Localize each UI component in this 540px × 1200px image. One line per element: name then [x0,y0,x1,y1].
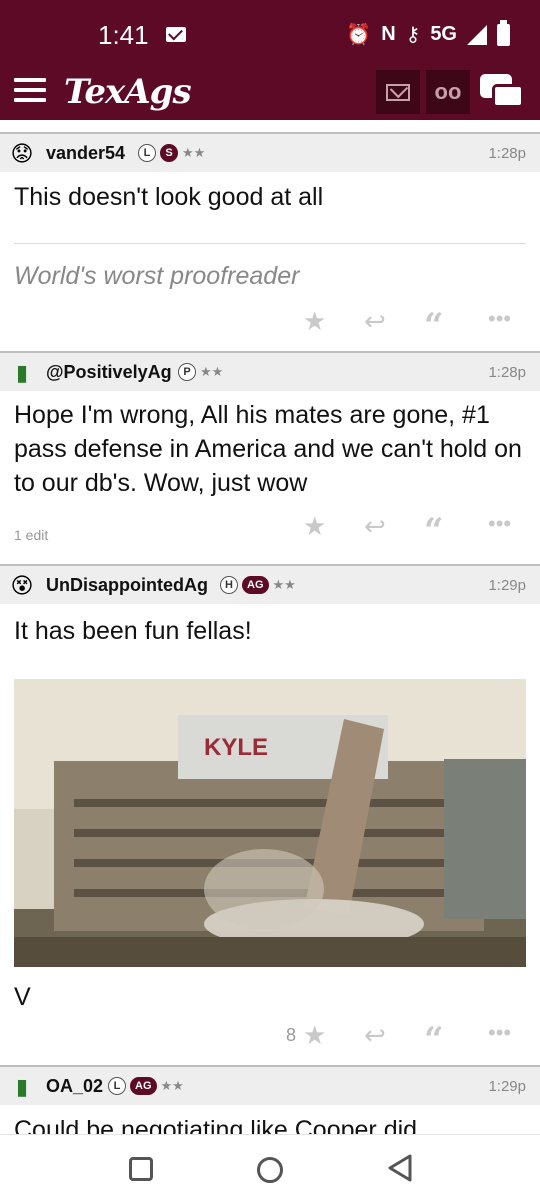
rating-stars: ★★ [200,364,224,379]
more-icon[interactable]: ••• [488,1020,511,1046]
quote-icon[interactable]: “ [424,306,444,346]
reply-icon[interactable]: ↩ [364,306,386,337]
user-badge: S [160,144,178,162]
back-icon[interactable] [388,1154,412,1187]
post-header: ▮ OA_02 L AG ★★ 1:29p [0,1065,540,1105]
quote-icon[interactable]: “ [424,511,444,551]
network-label: 5G [430,23,457,45]
post-time: 1:29p [488,1078,526,1095]
post-signature: World's worst proofreader [14,262,300,290]
post-header: ▮ @PositivelyAg P ★★ 1:28p [0,351,540,391]
post-header: 😟 vander54 L S ★★ 1:28p [0,132,540,172]
chat-icon[interactable] [480,74,524,114]
avatar[interactable]: 😟 [8,140,36,168]
image-sign-text: KYLE [204,734,268,761]
signature-divider [14,243,526,244]
quote-icon[interactable]: “ [424,1020,444,1060]
post-body: It has been fun fellas! [14,617,252,645]
post-header: 😵 UnDisappointedAg H AG ★★ 1:29p [0,564,540,604]
more-icon[interactable]: ••• [488,306,511,332]
post-body-trailing: V [14,983,31,1011]
app-bar: TexAgs oo [0,64,540,120]
battery-icon [497,19,510,46]
avatar[interactable]: 😵 [8,572,36,600]
star-icon[interactable]: ★ [303,511,326,542]
username[interactable]: @PositivelyAg [46,362,172,383]
system-nav-bar [0,1134,540,1200]
rating-stars: ★★ [160,1078,184,1093]
star-count: 8 [286,1025,297,1045]
nfc-icon: N [381,23,396,45]
mail-notification-icon [166,27,186,42]
user-badge: L [108,1077,126,1095]
menu-icon[interactable] [14,78,46,102]
post-actions: ★ ↩ “ ••• [0,306,540,346]
user-badge: P [178,363,196,381]
clock: 1:41 [98,20,149,50]
signal-icon [467,24,487,45]
post-body: Hope I'm wrong, All his mates are gone, … [14,401,522,497]
rating-stars: ★★ [182,145,206,160]
avatar[interactable]: ▮ [8,1073,36,1101]
post-actions: 8 ★ ↩ “ ••• [0,1020,540,1060]
watch-button[interactable]: oo [426,70,470,114]
star-icon[interactable]: ★ [303,306,326,337]
user-badge: AG [130,1077,157,1095]
post-actions: ★ ↩ “ ••• [0,511,540,551]
envelope-icon [386,83,410,101]
post-time: 1:28p [488,364,526,381]
user-badge: L [138,144,156,162]
avatar[interactable]: ▮ [8,359,36,387]
post-time: 1:29p [488,577,526,594]
recent-apps-icon[interactable] [129,1157,153,1181]
messages-button[interactable] [376,70,420,114]
post-time: 1:28p [488,145,526,162]
post-body: This doesn't look good at all [14,183,324,211]
user-badge: H [220,576,238,594]
post-image[interactable]: KYLE [14,679,526,967]
rating-stars: ★★ [272,577,296,592]
reply-icon[interactable]: ↩ [364,511,386,542]
username[interactable]: OA_02 [46,1076,103,1097]
more-icon[interactable]: ••• [488,511,511,537]
user-badge: AG [242,576,269,594]
binoculars-icon: oo [434,79,462,104]
username[interactable]: UnDisappointedAg [46,575,208,596]
username[interactable]: vander54 [46,143,125,164]
status-bar: 1:41 ⏰ N ⚷ 5G [0,0,540,64]
reply-icon[interactable]: ↩ [364,1020,386,1051]
home-icon[interactable] [257,1157,283,1183]
app-logo[interactable]: TexAgs [64,72,192,112]
star-icon[interactable]: ★ [303,1020,326,1051]
alarm-icon: ⏰ [346,24,372,46]
key-icon: ⚷ [405,24,421,46]
